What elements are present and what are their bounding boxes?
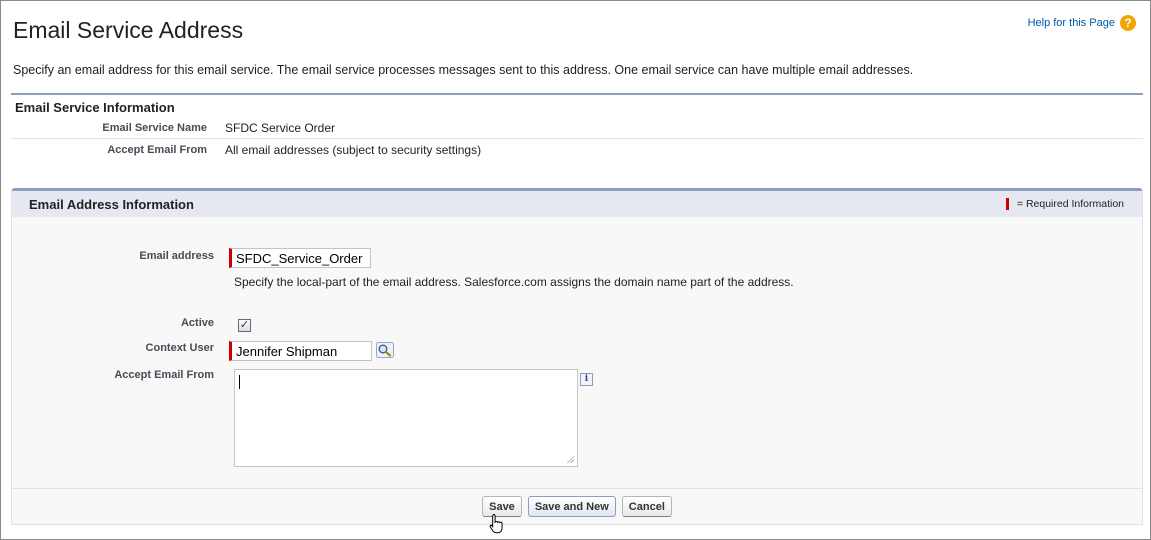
text-cursor xyxy=(239,375,240,389)
info-row-service-name: Email Service Name SFDC Service Order xyxy=(11,117,1143,139)
section-heading: Email Address Information xyxy=(29,196,194,212)
accept-email-from-label: Accept Email From xyxy=(114,369,214,381)
hand-pointer-cursor-icon xyxy=(489,514,503,534)
help-icon[interactable]: ? xyxy=(1120,15,1136,31)
email-address-input[interactable] xyxy=(229,248,371,268)
section-header: Email Address Information = Required Inf… xyxy=(12,191,1142,217)
required-legend: = Required Information xyxy=(1005,198,1124,210)
required-marker-icon xyxy=(1005,198,1009,210)
page-title: Email Service Address xyxy=(13,17,244,43)
resize-grip-icon[interactable] xyxy=(566,455,574,463)
page-frame: Email Service Address Help for this Page… xyxy=(0,0,1151,540)
cancel-button[interactable]: Cancel xyxy=(621,496,672,517)
email-address-hint: Specify the local-part of the email addr… xyxy=(234,275,794,289)
field-value: SFDC Service Order xyxy=(225,120,336,135)
lookup-magnifier-icon[interactable] xyxy=(376,342,394,358)
context-user-input[interactable] xyxy=(229,341,372,361)
info-row-accept-email-from: Accept Email From All email addresses (s… xyxy=(11,139,1143,161)
help-link[interactable]: Help for this Page xyxy=(1028,17,1115,29)
page-description: Specify an email address for this email … xyxy=(13,63,914,77)
required-legend-label: = Required Information xyxy=(1016,198,1124,210)
button-bar: Save Save and New Cancel xyxy=(12,488,1142,524)
active-label: Active xyxy=(180,317,214,329)
email-address-information-section: Email Address Information = Required Inf… xyxy=(11,188,1143,525)
context-user-label: Context User xyxy=(145,342,214,354)
help-section: Help for this Page ? xyxy=(1028,15,1136,31)
field-value: All email addresses (subject to security… xyxy=(225,143,482,157)
info-icon[interactable]: i xyxy=(580,373,593,386)
save-and-new-button[interactable]: Save and New xyxy=(527,496,616,517)
email-address-label: Email address xyxy=(139,250,214,262)
field-label: Email Service Name xyxy=(102,121,207,134)
accept-email-from-textarea[interactable] xyxy=(234,369,578,467)
field-label: Accept Email From xyxy=(107,144,207,156)
email-service-information-section: Email Service Information Email Service … xyxy=(11,93,1143,161)
active-checkbox[interactable]: ✓ xyxy=(238,319,251,332)
section-heading: Email Service Information xyxy=(15,100,175,115)
